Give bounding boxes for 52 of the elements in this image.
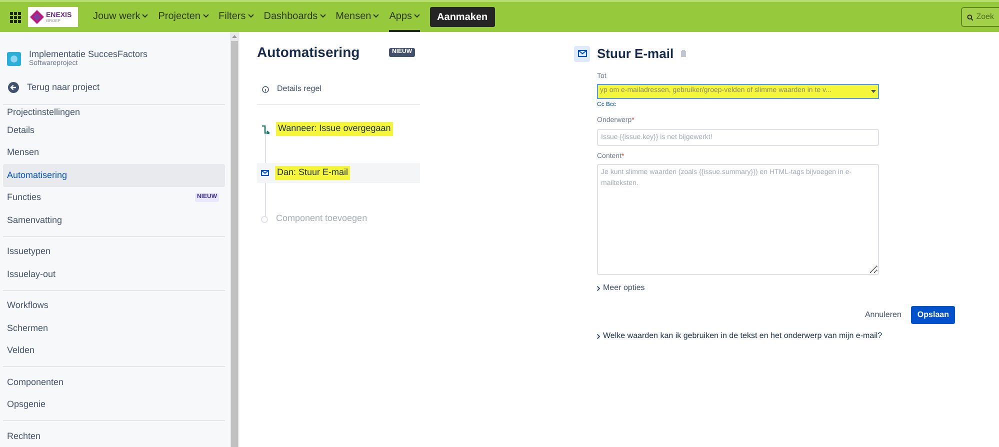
nav-menu[interactable]: Projecten — [158, 2, 208, 32]
sidebar-item[interactable]: Schermen — [3, 317, 225, 340]
page-title: Automatisering — [257, 43, 360, 62]
save-button[interactable]: Opslaan — [911, 306, 955, 324]
help-toggle[interactable]: Welke waarden kan ik gebruiken in de tekst en het onderwerp van mijn e-mail? — [597, 330, 955, 342]
rule-step[interactable]: Dan: Stuur E-mail — [257, 163, 420, 183]
sidebar-item[interactable]: Velden — [3, 340, 225, 362]
cancel-button[interactable]: Annuleren — [860, 306, 906, 324]
sidebar-item[interactable]: Workflows — [3, 294, 225, 317]
chevron-right-icon — [597, 334, 600, 338]
form-title: Stuur E-mail — [597, 45, 674, 63]
chevron-down-icon — [373, 14, 380, 18]
back-link[interactable]: Terug naar project — [3, 81, 230, 94]
project-avatar-icon — [7, 52, 21, 66]
sidebar-item[interactable]: Mensen — [3, 142, 225, 164]
caret-icon — [871, 90, 876, 93]
grid-icon — [10, 12, 20, 22]
chevron-down-icon — [248, 14, 254, 18]
search-icon — [967, 14, 974, 20]
sidebar-item[interactable]: Componenten — [3, 371, 225, 394]
sidebar-item[interactable]: Issuelay-out — [3, 263, 225, 286]
chevron-right-icon — [597, 286, 600, 290]
chevron-down-icon — [202, 14, 208, 18]
create-button[interactable]: Aanmaken — [430, 7, 495, 27]
chevron-down-icon — [320, 14, 326, 18]
details-link[interactable]: Details regel — [257, 81, 420, 97]
project-name: Implementatie SuccesFactors — [29, 49, 148, 60]
sidebar-item[interactable]: Details — [3, 119, 225, 142]
trash-icon — [680, 50, 686, 58]
chevron-down-icon — [414, 14, 420, 18]
nav-menu[interactable]: Apps — [389, 2, 420, 32]
arrow-left-icon — [8, 82, 19, 94]
nav-menu[interactable]: Filters — [218, 2, 254, 32]
branch-icon — [261, 124, 270, 134]
sidebar-item[interactable]: Opsgenie — [3, 394, 225, 416]
scrollbar[interactable] — [230, 32, 239, 447]
envelope-icon — [574, 46, 590, 62]
nav-menu[interactable]: Mensen — [336, 2, 380, 32]
app-switcher-button[interactable] — [8, 10, 22, 24]
info-icon — [262, 86, 269, 92]
diamond-icon — [30, 10, 44, 24]
chevron-down-icon — [142, 14, 148, 18]
sidebar-item[interactable]: Automatisering — [3, 164, 225, 186]
sidebar-item[interactable]: Rechten — [3, 425, 225, 447]
envelope-icon — [261, 170, 269, 176]
sidebar-item[interactable]: Issuetypen — [3, 240, 225, 263]
arrow-up-icon — [232, 35, 237, 38]
nav-menu[interactable]: Dashboards — [264, 2, 326, 32]
more-options-toggle[interactable]: Meer opties — [597, 282, 955, 294]
section-heading: Projectinstellingen — [6, 106, 82, 119]
nav-menu[interactable]: Jouw werk — [93, 2, 148, 32]
sidebar-item[interactable]: Samenvatting — [3, 209, 225, 232]
